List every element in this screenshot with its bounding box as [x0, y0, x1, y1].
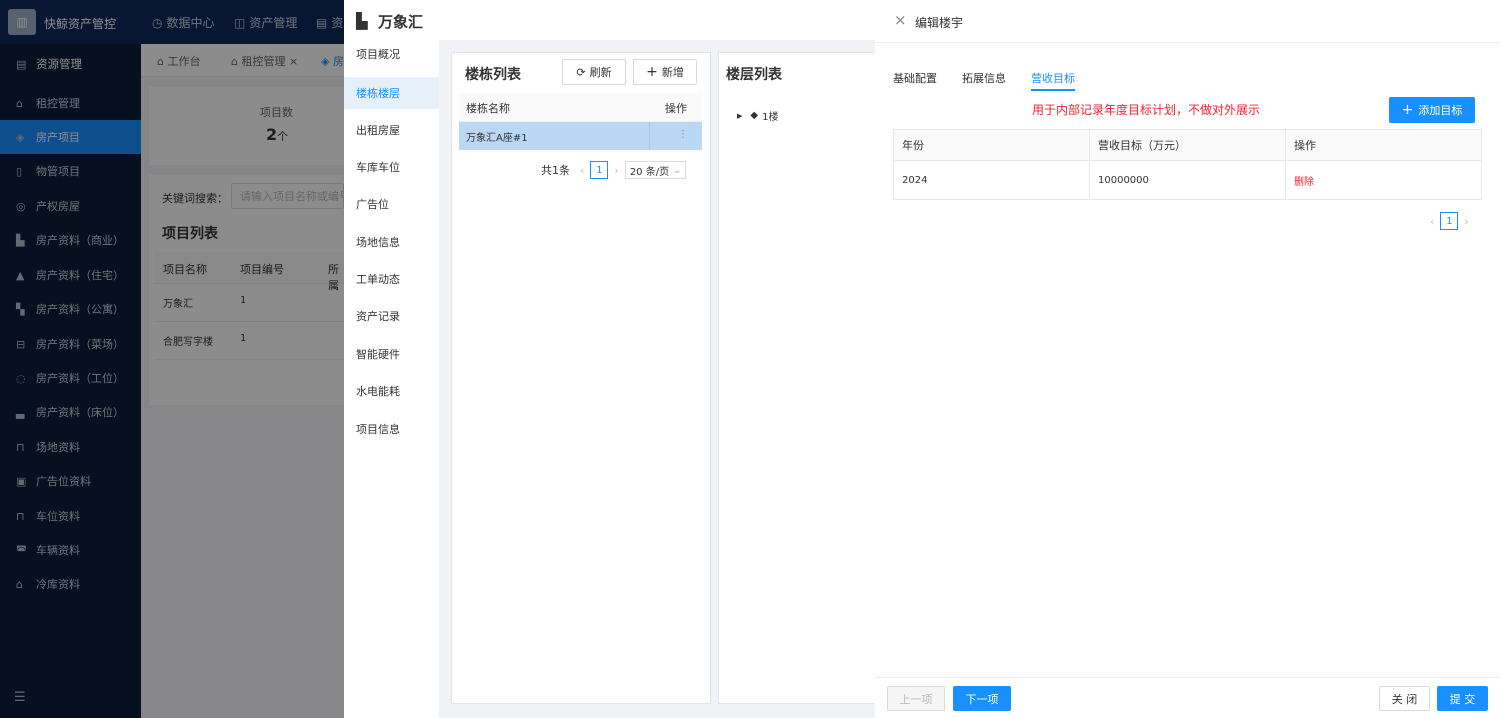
building-list-title: 楼栋列表	[465, 67, 521, 83]
layers-icon: ◆	[750, 110, 759, 121]
project-drawer-header: ▙ 万象汇	[344, 0, 875, 40]
next-page-icon[interactable]: ›	[614, 164, 618, 177]
floor-list-panel: 楼层列表 ▶ ◆ 1楼	[718, 52, 878, 704]
table-row: 2024 10000000 删除	[894, 161, 1481, 199]
prev-item-button[interactable]: 上一项	[887, 686, 945, 711]
caret-right-icon: ▶	[737, 111, 743, 120]
page-number[interactable]: 1	[1440, 212, 1459, 230]
project-nav-item[interactable]: 车库车位	[344, 151, 439, 183]
building-pagination: 共1条 ‹ 1 › 20 条/页 ⌄	[541, 161, 687, 179]
project-nav-item-buildings[interactable]: 楼栋楼层	[344, 77, 439, 109]
plus-icon: +	[1401, 102, 1414, 118]
plus-icon: +	[646, 64, 658, 80]
revenue-target-table: 年份 营收目标（万元） 操作 2024 10000000 删除	[893, 129, 1482, 200]
tab-basic-config[interactable]: 基础配置	[893, 70, 937, 86]
drawer-footer: 上一项 下一项 关 闭 提 交	[875, 677, 1500, 718]
refresh-button[interactable]: ⟳ 刷新	[562, 59, 626, 85]
chevron-down-icon: ⌄	[673, 164, 682, 176]
close-icon[interactable]: ×	[894, 11, 907, 29]
building-icon: ▙	[356, 12, 368, 30]
tab-extended-info[interactable]: 拓展信息	[962, 70, 1006, 86]
building-table-header: 楼栋名称 操作	[459, 93, 702, 122]
table-header: 年份 营收目标（万元） 操作	[894, 130, 1481, 161]
divider	[649, 122, 650, 150]
project-drawer: ▙ 万象汇 项目概况 楼栋楼层 出租房屋 车库车位 广告位 场地信息 工单动态 …	[344, 0, 878, 718]
floor-tree-item[interactable]: ▶ ◆ 1楼	[737, 108, 778, 123]
prev-page-icon[interactable]: ‹	[580, 164, 584, 177]
close-button[interactable]: 关 闭	[1379, 686, 1430, 711]
prev-page-icon[interactable]: ‹	[1430, 215, 1434, 228]
submit-button[interactable]: 提 交	[1437, 686, 1488, 711]
add-building-button[interactable]: + 新增	[633, 59, 697, 85]
edit-drawer-header: × 编辑楼宇	[875, 0, 1500, 43]
project-nav-item[interactable]: 场地信息	[344, 226, 439, 258]
project-nav-item[interactable]: 广告位	[344, 188, 439, 220]
more-icon[interactable]: ⋮	[678, 129, 688, 140]
year-cell: 2024	[894, 161, 1090, 199]
project-title: 万象汇	[378, 13, 424, 31]
project-nav: 项目概况 楼栋楼层 出租房屋 车库车位 广告位 场地信息 工单动态 资产记录 智…	[344, 40, 439, 718]
project-nav-item[interactable]: 项目信息	[344, 413, 439, 445]
floor-list-title: 楼层列表	[726, 67, 782, 83]
target-pagination: ‹ 1 ›	[1430, 212, 1469, 230]
delete-link[interactable]: 删除	[1286, 161, 1481, 199]
note-text: 用于内部记录年度目标计划，不做对外展示	[1032, 103, 1261, 117]
table-row[interactable]: 万象汇A座#1 ⋮	[459, 122, 702, 150]
page-size-select[interactable]: 20 条/页 ⌄	[624, 161, 687, 179]
building-list-panel: 楼栋列表 ⟳ 刷新 + 新增 楼栋名称 操作 万象汇A座#1 ⋮ 共1条 ‹ 1 ›…	[451, 52, 711, 704]
next-page-icon[interactable]: ›	[1464, 215, 1468, 228]
edit-building-drawer: × 编辑楼宇 基础配置 拓展信息 营收目标 用于内部记录年度目标计划，不做对外展…	[875, 0, 1500, 718]
project-nav-item[interactable]: 工单动态	[344, 263, 439, 295]
project-nav-item[interactable]: 水电能耗	[344, 375, 439, 407]
project-nav-item[interactable]: 智能硬件	[344, 338, 439, 370]
project-nav-item[interactable]: 资产记录	[344, 300, 439, 332]
project-nav-item[interactable]: 项目概况	[344, 38, 439, 70]
project-nav-item[interactable]: 出租房屋	[344, 114, 439, 146]
target-cell: 10000000	[1090, 161, 1286, 199]
active-tab-indicator	[1031, 89, 1075, 91]
page-number[interactable]: 1	[590, 161, 609, 179]
drawer-title: 编辑楼宇	[915, 16, 964, 30]
tab-revenue-target[interactable]: 营收目标	[1031, 70, 1075, 86]
next-item-button[interactable]: 下一项	[953, 686, 1011, 711]
refresh-icon: ⟳	[576, 65, 586, 79]
add-target-button[interactable]: + 添加目标	[1389, 97, 1475, 123]
